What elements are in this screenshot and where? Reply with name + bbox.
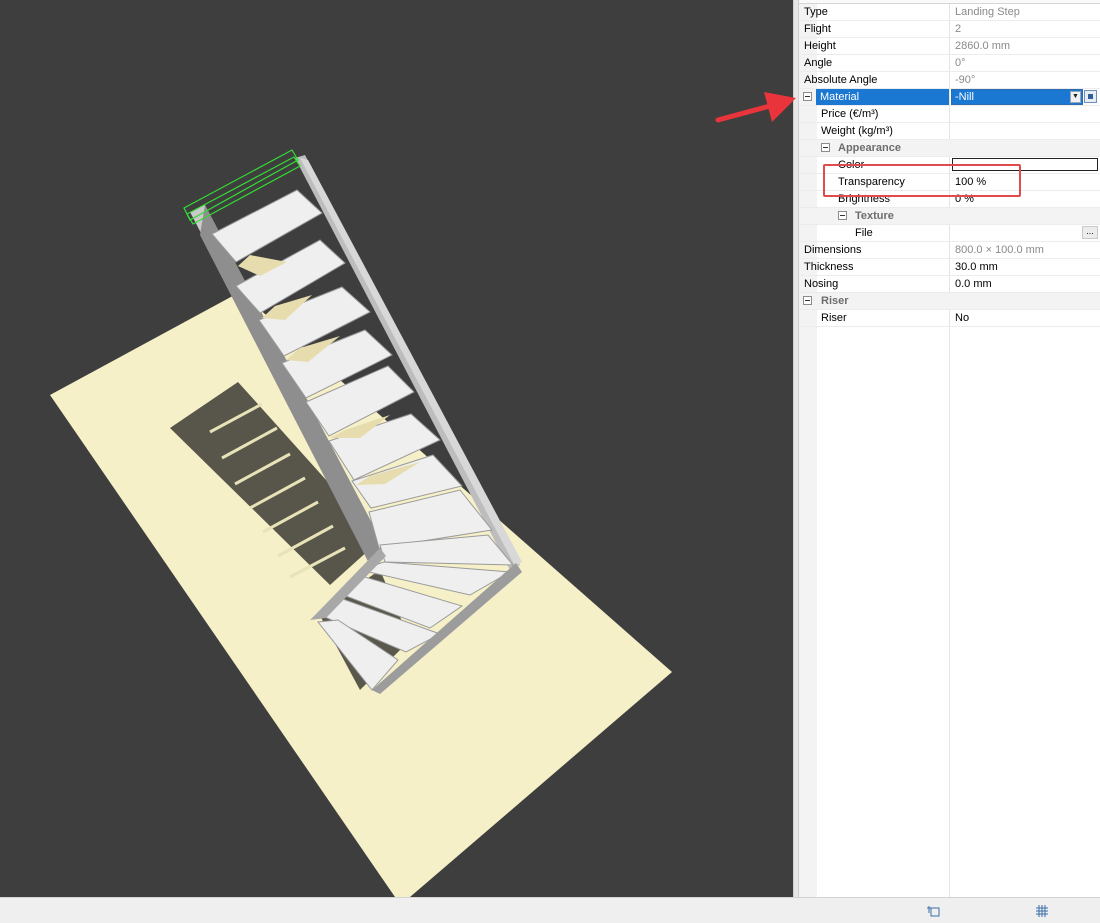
prop-row-type[interactable]: Type Landing Step: [799, 4, 1100, 21]
prop-value: Landing Step: [955, 6, 1020, 18]
prop-label: Flight: [804, 23, 831, 35]
3d-viewport[interactable]: [0, 0, 793, 897]
category-appearance[interactable]: Appearance: [799, 140, 1100, 157]
prop-row-angle[interactable]: Angle 0°: [799, 55, 1100, 72]
prop-label: File: [855, 227, 873, 239]
prop-value[interactable]: [955, 225, 1095, 241]
category-riser[interactable]: Riser: [799, 293, 1100, 310]
prop-label: Material: [816, 89, 949, 105]
prop-row-material[interactable]: Material -Nill ▼: [799, 89, 1100, 106]
category-label: Texture: [855, 210, 894, 222]
prop-value: 800.0 × 100.0 mm: [955, 244, 1044, 256]
prop-row-dimensions[interactable]: Dimensions 800.0 × 100.0 mm: [799, 242, 1100, 259]
prop-label: Riser: [821, 312, 847, 324]
collapse-icon[interactable]: [803, 296, 812, 305]
prop-value[interactable]: [955, 106, 1095, 122]
prop-row-file[interactable]: File ...: [799, 225, 1100, 242]
prop-label: Type: [804, 6, 828, 18]
category-label: Riser: [821, 295, 849, 307]
category-label: Appearance: [838, 142, 901, 154]
prop-row-thickness[interactable]: Thickness 30.0 mm: [799, 259, 1100, 276]
prop-value: -90°: [955, 74, 976, 86]
prop-row-flight[interactable]: Flight 2: [799, 21, 1100, 38]
prop-value[interactable]: No: [955, 310, 1095, 326]
prop-label: Dimensions: [804, 244, 862, 256]
prop-row-height[interactable]: Height 2860.0 mm: [799, 38, 1100, 55]
prop-value[interactable]: 30.0 mm: [955, 259, 1095, 275]
prop-value[interactable]: 0.0 mm: [955, 276, 1095, 292]
material-dropdown[interactable]: -Nill ▼: [951, 89, 1083, 105]
collapse-icon[interactable]: [821, 143, 830, 152]
prop-row-nosing[interactable]: Nosing 0.0 mm: [799, 276, 1100, 293]
annotation-arrow-icon: [715, 92, 796, 123]
prop-label: Weight (kg/m³): [821, 125, 893, 137]
material-value: -Nill: [955, 91, 974, 103]
collapse-icon[interactable]: [838, 211, 847, 220]
dropdown-arrow-icon[interactable]: ▼: [1070, 91, 1081, 103]
prop-value: 2860.0 mm: [955, 40, 1011, 52]
prop-label: Absolute Angle: [804, 74, 878, 86]
property-grid: Type Landing Step Flight 2 Height 2860.0…: [799, 0, 1100, 897]
prop-label: Price (€/m³): [821, 108, 879, 120]
snap-icon[interactable]: [927, 904, 941, 918]
prop-row-price[interactable]: Price (€/m³): [799, 106, 1100, 123]
material-picker-icon[interactable]: [1084, 90, 1097, 103]
prop-label: Angle: [804, 57, 833, 69]
transparency-highlight-box: [823, 164, 1021, 197]
prop-value: 0°: [955, 57, 966, 69]
status-bar: [0, 897, 1100, 923]
prop-row-weight[interactable]: Weight (kg/m³): [799, 123, 1100, 140]
prop-label: Thickness: [804, 261, 854, 273]
prop-row-absolute-angle[interactable]: Absolute Angle -90°: [799, 72, 1100, 89]
prop-label: Nosing: [804, 278, 839, 290]
grid-icon[interactable]: [1035, 904, 1049, 918]
staircase-render: [50, 149, 672, 897]
prop-value[interactable]: [955, 123, 1095, 139]
browse-ellipsis-icon[interactable]: ...: [1082, 226, 1098, 239]
prop-label: Height: [804, 40, 836, 52]
category-texture[interactable]: Texture: [799, 208, 1100, 225]
collapse-icon[interactable]: [803, 92, 812, 101]
prop-value: 2: [955, 23, 962, 35]
prop-row-riser[interactable]: Riser No: [799, 310, 1100, 327]
